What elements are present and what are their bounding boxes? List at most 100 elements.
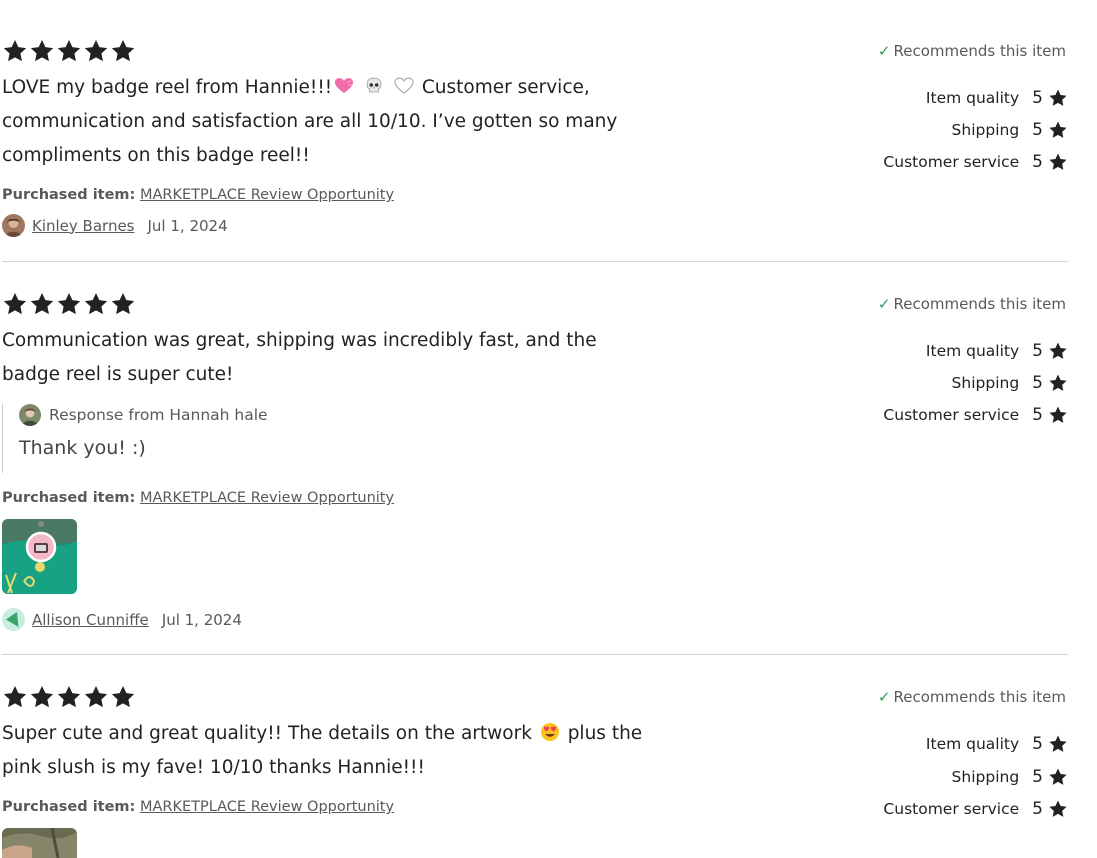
avatar[interactable] <box>2 214 25 237</box>
review-card: LOVE my badge reel from Hannie!!! Custom… <box>0 38 1068 238</box>
rating-value: 5 <box>1032 120 1043 140</box>
recommends-badge: ✓ Recommends this item <box>878 42 1066 60</box>
rating-item-quality: Item quality 5 <box>926 88 1068 108</box>
purchased-item: Purchased item: MARKETPLACE Review Oppor… <box>2 799 394 815</box>
star-icon <box>83 38 109 64</box>
star-icon <box>110 38 136 64</box>
review-text-part: Super cute and great quality!! The detai… <box>2 723 532 744</box>
rating-shipping: Shipping 5 <box>952 767 1068 787</box>
review-text: Super cute and great quality!! The detai… <box>2 717 652 785</box>
recommends-badge: ✓ Recommends this item <box>878 295 1066 313</box>
previous-review-fragment: · · · · · · · · · · · <box>268 0 403 6</box>
star-icon <box>1048 767 1068 787</box>
seller-avatar <box>19 404 41 426</box>
rating-item-quality: Item quality 5 <box>926 341 1068 361</box>
author-name[interactable]: Allison Cunniffe <box>32 611 149 629</box>
recommends-badge: ✓ Recommends this item <box>878 688 1066 706</box>
rating-shipping: Shipping 5 <box>952 120 1068 140</box>
star-icon <box>1048 799 1068 819</box>
recommends-label: Recommends this item <box>893 295 1067 313</box>
rating-customer-service: Customer service 5 <box>883 799 1068 819</box>
purchased-item-link[interactable]: MARKETPLACE Review Opportunity <box>140 490 394 506</box>
star-icon <box>1048 405 1068 425</box>
response-header: Response from Hannah hale <box>19 404 419 426</box>
purchased-item-link[interactable]: MARKETPLACE Review Opportunity <box>140 799 394 815</box>
response-text: Thank you! :) <box>19 437 146 459</box>
star-icon <box>1048 341 1068 361</box>
rating-label: Item quality <box>925 342 1020 360</box>
rating-customer-service: Customer service 5 <box>883 405 1068 425</box>
review-photo[interactable] <box>2 519 77 594</box>
rating-value: 5 <box>1032 767 1043 787</box>
review-author: Allison Cunniffe Jul 1, 2024 <box>2 608 242 631</box>
star-icon <box>1048 120 1068 140</box>
review-card: Communication was great, shipping was in… <box>0 291 1068 631</box>
star-icon <box>2 291 28 317</box>
rating-label: Item quality <box>925 89 1020 107</box>
star-rating <box>2 684 136 710</box>
star-rating <box>2 291 136 317</box>
rating-label: Shipping <box>951 768 1020 786</box>
seller-response: Response from Hannah hale Thank you! :) <box>2 404 419 473</box>
rating-value: 5 <box>1032 152 1043 172</box>
review-date: Jul 1, 2024 <box>147 216 228 235</box>
check-icon: ✓ <box>877 295 891 313</box>
rating-item-quality: Item quality 5 <box>926 734 1068 754</box>
divider <box>2 261 1068 262</box>
divider <box>2 654 1068 655</box>
star-icon <box>29 684 55 710</box>
heart-eyes-icon <box>540 723 559 741</box>
purchased-item: Purchased item: MARKETPLACE Review Oppor… <box>2 187 394 203</box>
rating-label: Item quality <box>925 735 1020 753</box>
star-icon <box>1048 88 1068 108</box>
check-icon: ✓ <box>877 688 891 706</box>
review-author: Kinley Barnes Jul 1, 2024 <box>2 214 228 237</box>
review-text: Communication was great, shipping was in… <box>2 330 597 385</box>
rating-label: Shipping <box>951 121 1020 139</box>
star-icon <box>83 684 109 710</box>
rating-shipping: Shipping 5 <box>952 373 1068 393</box>
pink-heart-icon <box>335 78 354 93</box>
rating-label: Customer service <box>883 406 1020 424</box>
star-icon <box>83 291 109 317</box>
star-icon <box>56 291 82 317</box>
star-rating <box>2 38 136 64</box>
review-date: Jul 1, 2024 <box>161 610 242 629</box>
rating-value: 5 <box>1032 734 1043 754</box>
star-icon <box>1048 373 1068 393</box>
star-icon <box>1048 734 1068 754</box>
star-icon <box>1048 152 1068 172</box>
recommends-label: Recommends this item <box>893 42 1067 60</box>
check-icon: ✓ <box>877 42 891 60</box>
purchased-item: Purchased item: MARKETPLACE Review Oppor… <box>2 490 394 506</box>
purchased-item-link[interactable]: MARKETPLACE Review Opportunity <box>140 187 394 203</box>
review-text-part: LOVE my badge reel from Hannie!!! <box>2 77 333 98</box>
rating-customer-service: Customer service 5 <box>883 152 1068 172</box>
review-photo[interactable] <box>2 828 77 858</box>
rating-value: 5 <box>1032 341 1043 361</box>
rating-label: Shipping <box>951 374 1020 392</box>
skull-icon <box>366 77 382 93</box>
rating-value: 5 <box>1032 405 1043 425</box>
star-icon <box>56 684 82 710</box>
purchased-label: Purchased item: <box>2 490 136 506</box>
rating-label: Customer service <box>883 800 1020 818</box>
recommends-label: Recommends this item <box>893 688 1067 706</box>
star-icon <box>110 684 136 710</box>
star-icon <box>2 684 28 710</box>
response-from: Response from Hannah hale <box>49 406 268 424</box>
purchased-label: Purchased item: <box>2 799 136 815</box>
review-text: LOVE my badge reel from Hannie!!! Custom… <box>2 71 652 173</box>
rating-value: 5 <box>1032 373 1043 393</box>
review-card: Super cute and great quality!! The detai… <box>0 684 1068 858</box>
rating-value: 5 <box>1032 88 1043 108</box>
purchased-label: Purchased item: <box>2 187 136 203</box>
star-icon <box>29 38 55 64</box>
rating-value: 5 <box>1032 799 1043 819</box>
avatar[interactable] <box>2 608 25 631</box>
star-icon <box>2 38 28 64</box>
star-icon <box>29 291 55 317</box>
star-icon <box>110 291 136 317</box>
author-name[interactable]: Kinley Barnes <box>32 217 135 235</box>
star-icon <box>56 38 82 64</box>
